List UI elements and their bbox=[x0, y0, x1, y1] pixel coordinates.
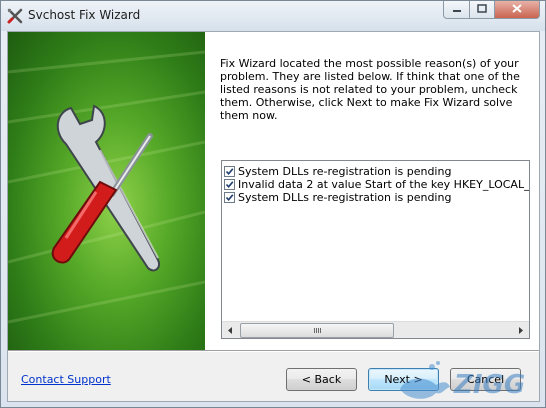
close-button[interactable] bbox=[495, 1, 540, 19]
instructions-text: Fix Wizard located the most possible rea… bbox=[220, 57, 520, 122]
wizard-window: Svchost Fix Wizard Fix Wizard located th… bbox=[0, 0, 546, 408]
checkmark-icon bbox=[225, 194, 234, 202]
footer-divider bbox=[8, 350, 539, 352]
reason-label: System DLLs re-registration is pending bbox=[238, 165, 452, 178]
maximize-button[interactable] bbox=[470, 1, 495, 19]
reasons-items: System DLLs re-registration is pending In… bbox=[224, 165, 530, 204]
scrollbar-thumb[interactable] bbox=[240, 323, 394, 338]
next-button[interactable]: Next > bbox=[368, 368, 439, 391]
scroll-right-button[interactable] bbox=[512, 322, 529, 338]
caption-buttons bbox=[443, 1, 540, 21]
checkmark-icon bbox=[225, 181, 234, 189]
horizontal-scrollbar[interactable] bbox=[222, 321, 529, 338]
scroll-left-button[interactable] bbox=[222, 322, 239, 338]
back-button[interactable]: < Back bbox=[286, 368, 357, 391]
contact-support-link[interactable]: Contact Support bbox=[21, 373, 111, 386]
wizard-banner bbox=[8, 32, 205, 350]
wizard-body: Fix Wizard located the most possible rea… bbox=[7, 31, 540, 402]
reason-item[interactable]: System DLLs re-registration is pending bbox=[224, 165, 529, 178]
scroll-right-icon bbox=[518, 324, 523, 337]
scroll-left-icon bbox=[228, 324, 233, 337]
reason-label: Invalid data 2 at value Start of the key… bbox=[238, 178, 530, 191]
reason-label: System DLLs re-registration is pending bbox=[238, 191, 452, 204]
minimize-button[interactable] bbox=[443, 1, 470, 19]
minimize-icon bbox=[452, 3, 462, 16]
window-title: Svchost Fix Wizard bbox=[28, 8, 141, 22]
close-icon bbox=[512, 3, 522, 16]
content-panel: Fix Wizard located the most possible rea… bbox=[205, 32, 539, 350]
maximize-icon bbox=[477, 3, 487, 16]
reason-checkbox[interactable] bbox=[224, 166, 235, 177]
reasons-list[interactable]: System DLLs re-registration is pending In… bbox=[221, 160, 530, 339]
reason-checkbox[interactable] bbox=[224, 179, 235, 190]
title-bar[interactable]: Svchost Fix Wizard bbox=[1, 1, 545, 31]
wrench-screwdriver-illustration bbox=[8, 50, 205, 324]
cancel-button[interactable]: Cancel bbox=[450, 368, 521, 391]
reason-item[interactable]: Invalid data 2 at value Start of the key… bbox=[224, 178, 530, 191]
tools-icon bbox=[6, 7, 24, 25]
reason-checkbox[interactable] bbox=[224, 192, 235, 203]
grip-icon bbox=[313, 328, 321, 333]
reason-item[interactable]: System DLLs re-registration is pending bbox=[224, 191, 529, 204]
checkmark-icon bbox=[225, 168, 234, 176]
